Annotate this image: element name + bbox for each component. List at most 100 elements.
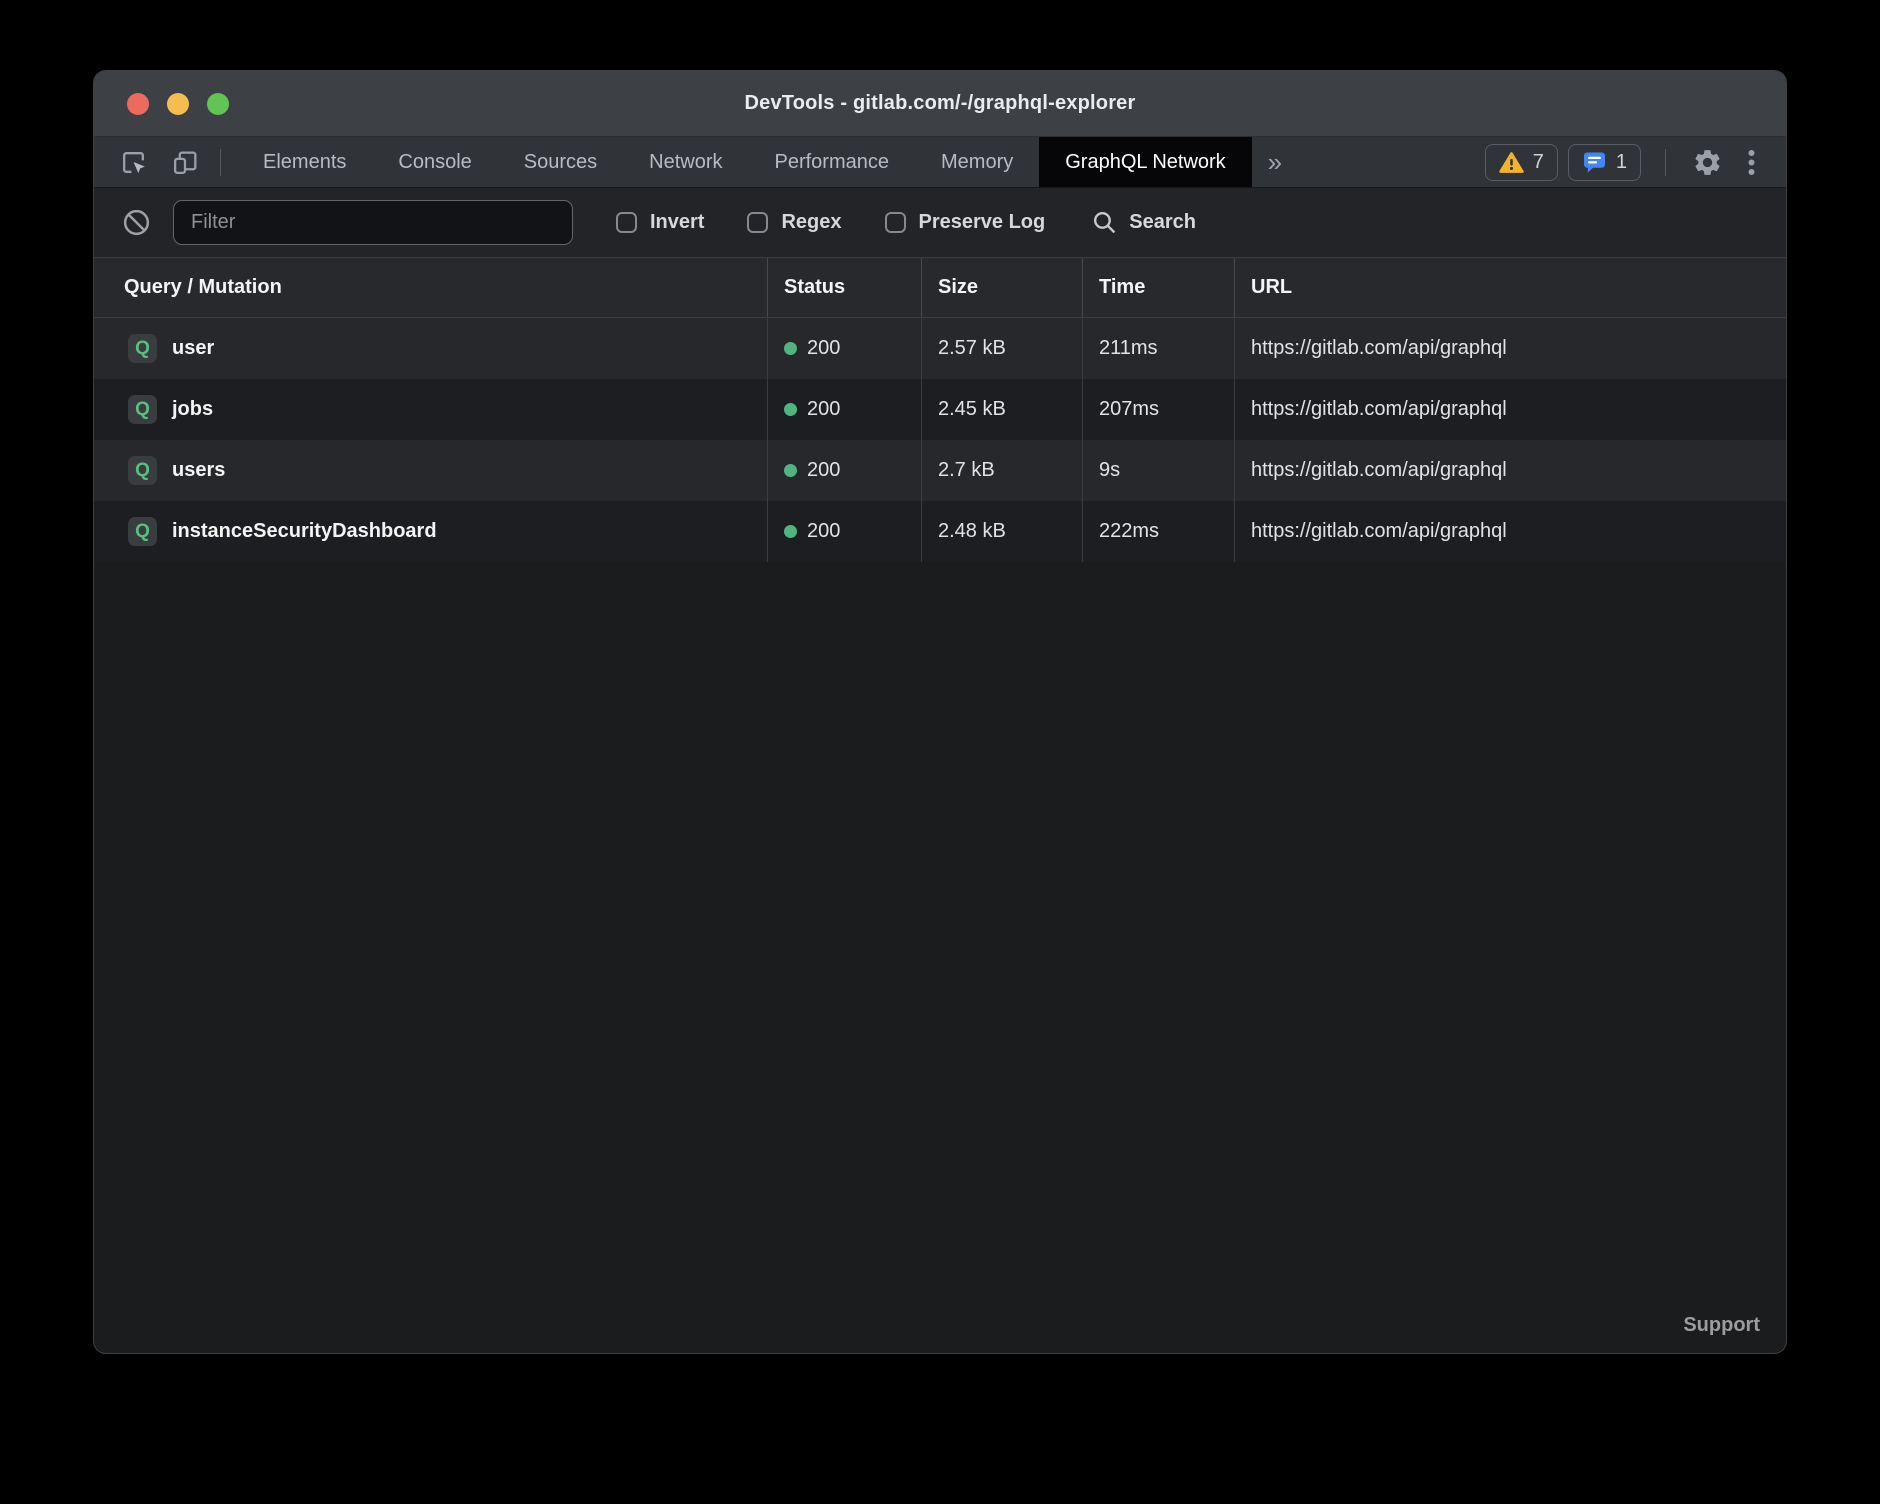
panel-tab[interactable]: GraphQL Network (1039, 137, 1251, 187)
request-query-cell: Q jobs (94, 379, 767, 440)
filter-checkbox-group: Invert (616, 211, 704, 234)
panel-tab-label: GraphQL Network (1065, 151, 1225, 174)
request-status-cell: 200 (767, 501, 921, 562)
panel-tab[interactable]: Performance (749, 137, 916, 187)
traffic-lights (127, 71, 229, 136)
panel-tab[interactable]: Network (623, 137, 748, 187)
request-size-cell: 2.7 kB (921, 440, 1082, 501)
status-code: 200 (807, 398, 840, 421)
panel-tab[interactable]: Elements (237, 137, 372, 187)
filter-checkbox-group: Preserve Log (885, 211, 1046, 234)
panel-tab[interactable]: Console (372, 137, 497, 187)
message-count: 1 (1616, 151, 1627, 174)
column-header-time[interactable]: Time (1082, 258, 1234, 317)
status-code: 200 (807, 520, 840, 543)
devtools-tabbar: Elements Console Sources Network Perform… (94, 137, 1786, 188)
request-row[interactable]: Q instanceSecurityDashboard 200 2.48 kB … (94, 501, 1786, 562)
filter-checkbox-label: Invert (650, 211, 704, 234)
column-header-query-mutation[interactable]: Query / Mutation (94, 258, 767, 317)
network-filter-bar: Invert Regex Preserve Log (94, 188, 1786, 258)
panel-tab-label: Network (649, 151, 722, 174)
request-status-cell: 200 (767, 318, 921, 379)
request-time-cell: 207ms (1082, 379, 1234, 440)
query-type-badge: Q (128, 395, 157, 424)
request-url-cell: https://gitlab.com/api/graphql (1234, 379, 1786, 440)
console-messages-badge[interactable]: 1 (1568, 144, 1641, 181)
request-time-cell: 222ms (1082, 501, 1234, 562)
request-query-cell: Q instanceSecurityDashboard (94, 501, 767, 562)
warning-triangle-icon (1499, 151, 1524, 174)
tabbar-right-divider (1665, 149, 1666, 176)
device-toolbar-icon[interactable] (170, 147, 200, 177)
status-ok-dot-icon (784, 464, 797, 477)
status-ok-dot-icon (784, 342, 797, 355)
panel-tab-label: Memory (941, 151, 1013, 174)
request-status-cell: 200 (767, 379, 921, 440)
panel-tab-label: Performance (775, 151, 890, 174)
requests-table-body: Q user 200 2.57 kB 211ms https://gitlab.… (94, 318, 1786, 562)
toolbar-divider (220, 149, 221, 176)
window-title: DevTools - gitlab.com/-/graphql-explorer (94, 92, 1786, 115)
minimize-window-button[interactable] (167, 93, 189, 115)
message-bubble-icon (1582, 151, 1607, 174)
close-window-button[interactable] (127, 93, 149, 115)
request-size-cell: 2.48 kB (921, 501, 1082, 562)
query-type-badge: Q (128, 334, 157, 363)
console-warnings-badge[interactable]: 7 (1485, 144, 1558, 181)
filter-input[interactable] (173, 200, 573, 245)
request-time-cell: 9s (1082, 440, 1234, 501)
panel-tab[interactable]: Memory (915, 137, 1039, 187)
request-name: user (172, 337, 214, 360)
more-tabs-chevron-icon[interactable]: » (1252, 147, 1298, 178)
request-url-cell: https://gitlab.com/api/graphql (1234, 501, 1786, 562)
filter-checkbox[interactable] (885, 212, 906, 233)
status-code: 200 (807, 337, 840, 360)
column-header-url[interactable]: URL (1234, 258, 1786, 317)
support-link[interactable]: Support (1683, 1314, 1760, 1337)
requests-table-header: Query / Mutation Status Size Time URL (94, 258, 1786, 318)
fullscreen-window-button[interactable] (207, 93, 229, 115)
filter-checkbox-label: Regex (781, 211, 841, 234)
kebab-menu-icon[interactable] (1734, 145, 1768, 179)
status-ok-dot-icon (784, 403, 797, 416)
request-url-cell: https://gitlab.com/api/graphql (1234, 440, 1786, 501)
titlebar: DevTools - gitlab.com/-/graphql-explorer (94, 71, 1786, 137)
filter-checkbox-groups: Invert Regex Preserve Log (573, 211, 1045, 234)
panel-tabs: Elements Console Sources Network Perform… (237, 137, 1252, 187)
status-code: 200 (807, 459, 840, 482)
clear-requests-icon[interactable] (121, 207, 152, 238)
tabbar-right-controls: 7 1 (1485, 144, 1768, 181)
query-type-badge: Q (128, 517, 157, 546)
search-control[interactable]: Search (1091, 209, 1196, 236)
inspect-element-icon[interactable] (118, 147, 148, 177)
status-ok-dot-icon (784, 525, 797, 538)
panel-tab[interactable]: Sources (498, 137, 623, 187)
panel-tab-label: Console (398, 151, 471, 174)
settings-gear-icon[interactable] (1690, 145, 1724, 179)
request-row[interactable]: Q user 200 2.57 kB 211ms https://gitlab.… (94, 318, 1786, 379)
request-query-cell: Q user (94, 318, 767, 379)
request-row[interactable]: Q jobs 200 2.45 kB 207ms https://gitlab.… (94, 379, 1786, 440)
filter-checkbox-label: Preserve Log (919, 211, 1046, 234)
request-time-cell: 211ms (1082, 318, 1234, 379)
request-size-cell: 2.45 kB (921, 379, 1082, 440)
column-header-size[interactable]: Size (921, 258, 1082, 317)
request-size-cell: 2.57 kB (921, 318, 1082, 379)
filter-checkbox[interactable] (747, 212, 768, 233)
request-row[interactable]: Q users 200 2.7 kB 9s https://gitlab.com… (94, 440, 1786, 501)
request-name: jobs (172, 398, 213, 421)
search-icon (1091, 209, 1118, 236)
request-name: instanceSecurityDashboard (172, 520, 437, 543)
filter-checkbox-group: Regex (747, 211, 841, 234)
panel-tab-label: Sources (524, 151, 597, 174)
query-type-badge: Q (128, 456, 157, 485)
filter-checkbox[interactable] (616, 212, 637, 233)
request-name: users (172, 459, 225, 482)
panel-tab-label: Elements (263, 151, 346, 174)
warning-count: 7 (1533, 151, 1544, 174)
request-status-cell: 200 (767, 440, 921, 501)
search-label: Search (1129, 211, 1196, 234)
devtools-window: DevTools - gitlab.com/-/graphql-explorer… (93, 70, 1787, 1354)
request-url-cell: https://gitlab.com/api/graphql (1234, 318, 1786, 379)
column-header-status[interactable]: Status (767, 258, 921, 317)
